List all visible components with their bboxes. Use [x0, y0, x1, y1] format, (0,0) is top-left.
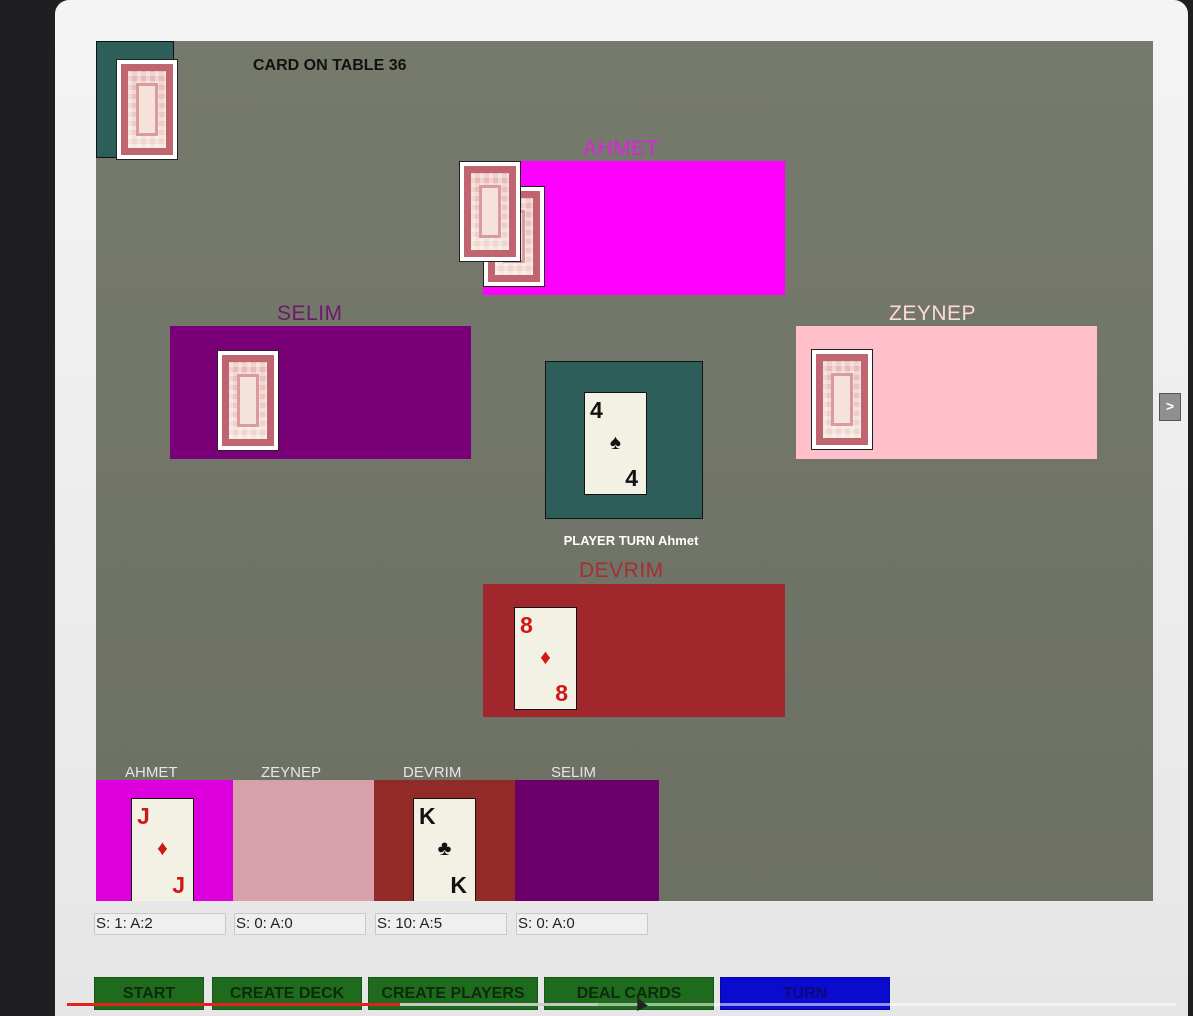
- player-name-selim: SELIM: [277, 302, 343, 325]
- next-arrow-button[interactable]: >: [1159, 393, 1181, 421]
- selim-card-back[interactable]: [217, 350, 279, 451]
- score-pile-zeynep: [233, 780, 374, 901]
- cards-on-table-label: CARD ON TABLE 36: [253, 57, 407, 74]
- player-name-devrim: DEVRIM: [579, 559, 664, 582]
- score-label-zeynep: ZEYNEP: [261, 764, 322, 781]
- ahmet-pile-card[interactable]: J ♦ J: [131, 798, 194, 901]
- center-card[interactable]: 4 ♠ 4: [584, 392, 647, 495]
- devrim-pile-card[interactable]: K ♣ K: [413, 798, 476, 901]
- ahmet-card-back-1[interactable]: [459, 161, 521, 262]
- score-pile-selim: [515, 780, 659, 901]
- ahmet-pile-card-rank-top: J: [137, 803, 150, 829]
- player-name-zeynep: ZEYNEP: [889, 302, 977, 325]
- diamond-icon: ♦: [157, 837, 168, 860]
- deck-card-back[interactable]: [116, 59, 178, 160]
- score-label-devrim: DEVRIM: [403, 764, 462, 781]
- score-label-ahmet: AHMET: [125, 764, 178, 781]
- spade-icon: ♠: [609, 431, 622, 454]
- score-box-ahmet: S: 1: A:2: [94, 913, 226, 935]
- video-progress-buffer: [398, 1003, 598, 1006]
- player-zone-selim: [170, 326, 471, 459]
- game-table: CARD ON TABLE 36 AHMET SELIM ZEYNEP 4 ♠ …: [96, 41, 1153, 901]
- player-turn-label: PLAYER TURN Ahmet: [563, 533, 699, 548]
- devrim-pile-card-rank-bottom: K: [450, 872, 467, 898]
- score-box-zeynep: S: 0: A:0: [234, 913, 366, 935]
- video-progress-fill: [67, 1003, 400, 1006]
- ahmet-pile-card-rank-bottom: J: [172, 872, 185, 898]
- devrim-card-rank-top: 8: [520, 612, 533, 638]
- center-card-rank-top: 4: [590, 397, 603, 423]
- score-label-selim: SELIM: [551, 764, 597, 781]
- score-box-selim: S: 0: A:0: [516, 913, 648, 935]
- player-name-ahmet: AHMET: [583, 137, 659, 160]
- zeynep-card-back[interactable]: [811, 349, 873, 450]
- score-box-devrim: S: 10: A:5: [375, 913, 507, 935]
- diamond-icon: ♦: [540, 646, 551, 669]
- devrim-card-rank-bottom: 8: [555, 680, 568, 706]
- club-icon: ♣: [437, 837, 452, 860]
- devrim-pile-card-rank-top: K: [419, 803, 436, 829]
- devrim-card[interactable]: 8 ♦ 8: [514, 607, 577, 710]
- center-card-rank-bottom: 4: [625, 465, 638, 491]
